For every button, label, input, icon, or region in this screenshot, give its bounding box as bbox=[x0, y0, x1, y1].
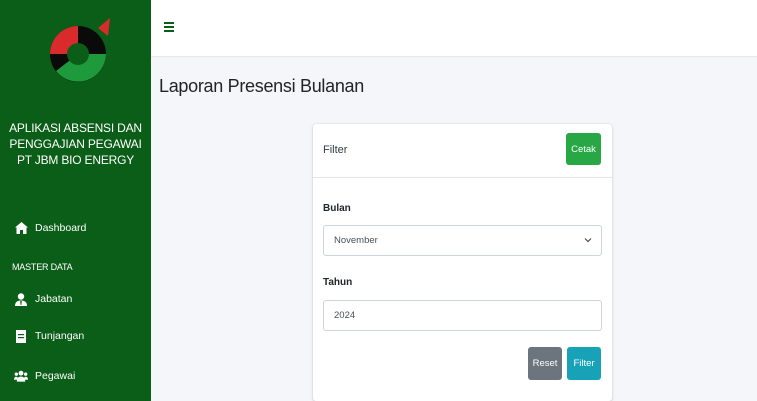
sidebar-section-header: MASTER DATA bbox=[12, 262, 73, 272]
sidebar-item-label: Jabatan bbox=[35, 293, 73, 305]
card-title: Filter bbox=[323, 144, 348, 156]
app-logo bbox=[50, 18, 110, 82]
app-title: APLIKASI ABSENSI DAN PENGGAJIAN PEGAWAI … bbox=[0, 120, 151, 168]
chevron-down-icon bbox=[584, 238, 592, 243]
sidebar: APLIKASI ABSENSI DAN PENGGAJIAN PEGAWAI … bbox=[0, 0, 151, 401]
sidebar-item-pegawai[interactable]: Pegawai bbox=[14, 367, 75, 385]
card-header: Filter Cetak bbox=[313, 124, 612, 178]
year-input[interactable]: 2024 bbox=[323, 300, 602, 331]
app-title-line-1: APLIKASI ABSENSI DAN bbox=[9, 121, 142, 135]
app-title-line-3: PT JBM BIO ENERGY bbox=[16, 153, 135, 167]
reset-button[interactable]: Reset bbox=[528, 347, 562, 380]
sidebar-item-jabatan[interactable]: Jabatan bbox=[14, 290, 72, 308]
month-label: Bulan bbox=[323, 203, 351, 214]
month-select[interactable]: November bbox=[323, 225, 602, 256]
sidebar-item-tunjangan[interactable]: Tunjangan bbox=[14, 327, 84, 345]
sidebar-item-label: Dashboard bbox=[35, 222, 87, 234]
filter-card: Filter Cetak Bulan November Tahun 2024 R… bbox=[313, 124, 612, 401]
users-icon bbox=[14, 369, 28, 383]
file-icon bbox=[14, 329, 28, 343]
app-title-line-2: PENGGAJIAN PEGAWAI bbox=[9, 137, 142, 151]
sidebar-item-label: Tunjangan bbox=[35, 330, 85, 342]
year-label: Tahun bbox=[323, 277, 353, 288]
print-button[interactable]: Cetak bbox=[566, 133, 601, 165]
sidebar-item-label: Pegawai bbox=[35, 370, 76, 382]
sidebar-item-dashboard[interactable]: Dashboard bbox=[14, 219, 86, 237]
filter-button[interactable]: Filter bbox=[567, 347, 601, 380]
home-icon bbox=[14, 221, 28, 235]
hamburger-icon[interactable] bbox=[164, 22, 174, 32]
year-input-value: 2024 bbox=[334, 310, 356, 321]
user-tie-icon bbox=[14, 292, 28, 306]
page-title: Laporan Presensi Bulanan bbox=[159, 76, 364, 96]
top-navbar bbox=[151, 0, 757, 57]
month-select-value: November bbox=[334, 235, 378, 246]
